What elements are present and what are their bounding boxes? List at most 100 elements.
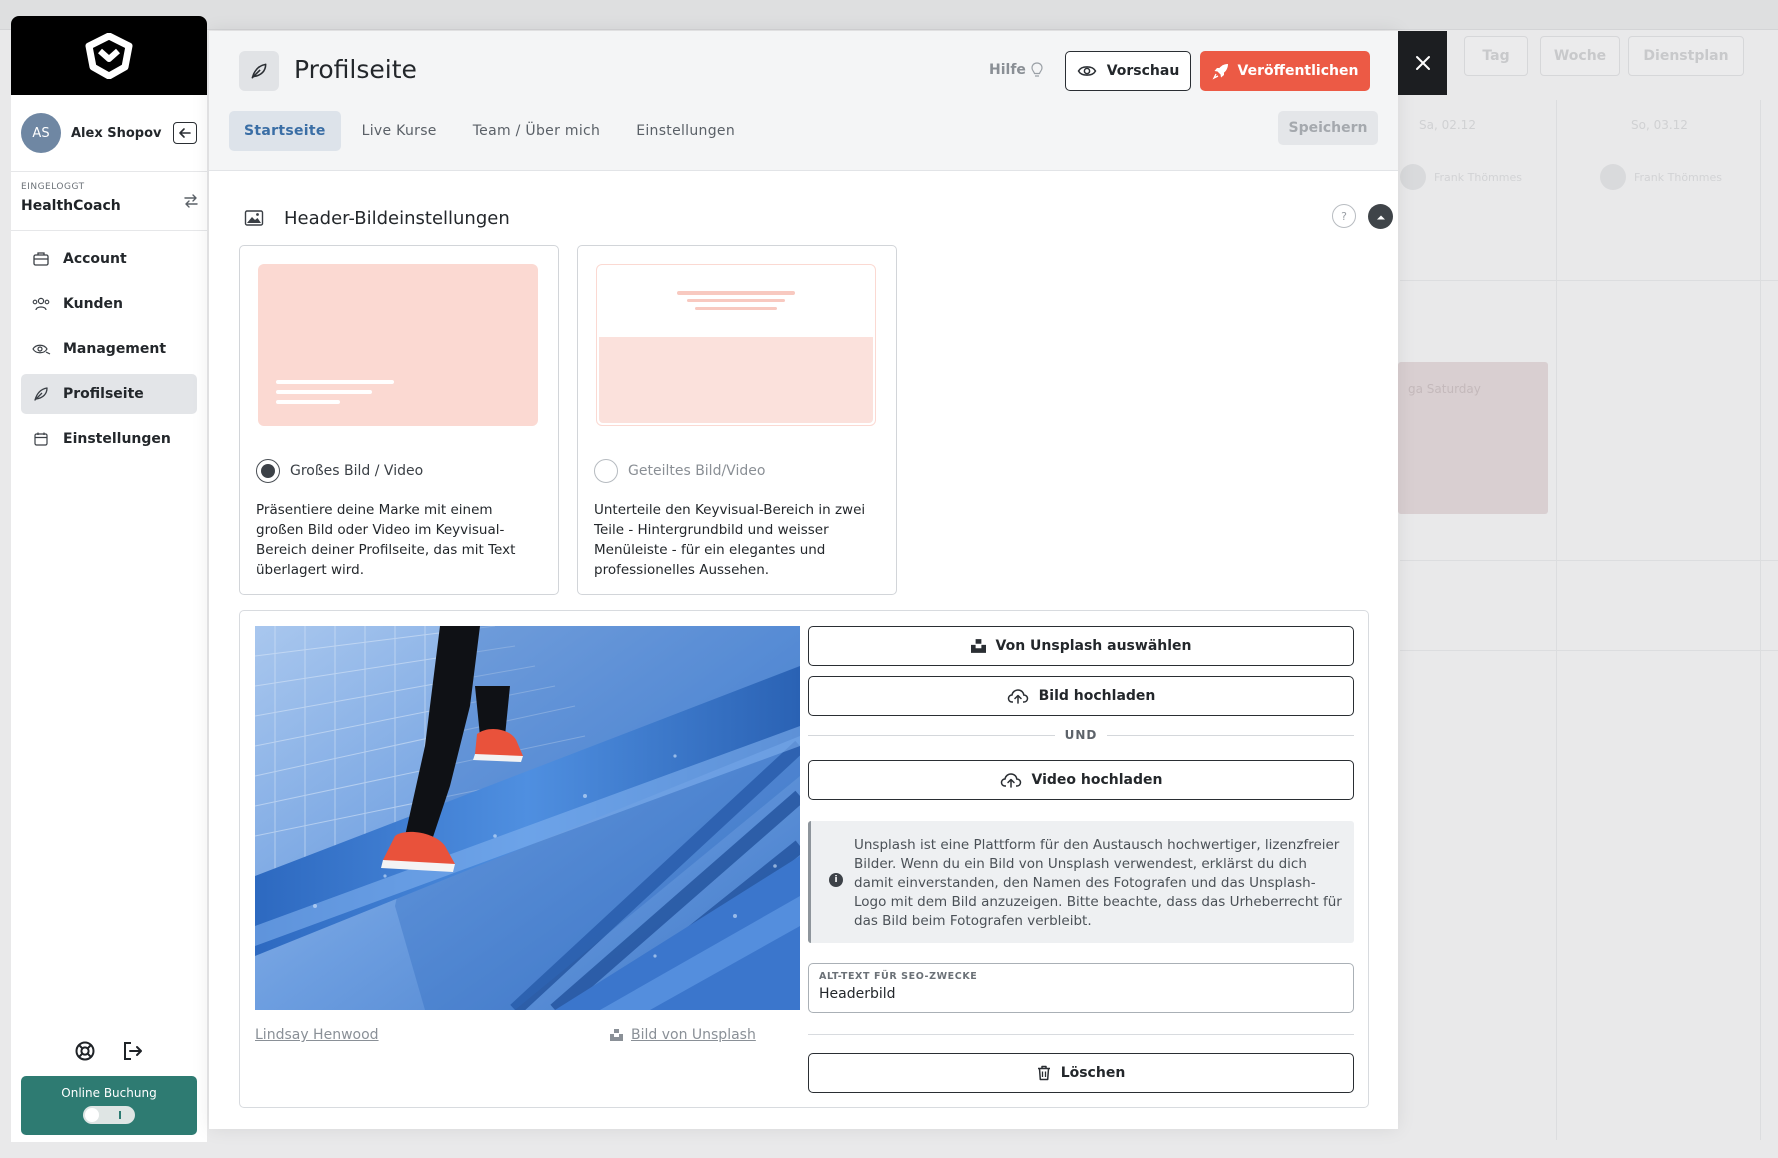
online-booking-label: Online Buchung xyxy=(61,1086,157,1100)
preview-button[interactable]: Vorschau xyxy=(1065,51,1191,91)
background-week-button: Woche xyxy=(1540,36,1620,76)
unsplash-select-button[interactable]: Von Unsplash auswählen xyxy=(808,626,1354,666)
preview-line xyxy=(677,291,795,295)
layout-label: Großes Bild / Video xyxy=(290,463,424,479)
alt-text-input[interactable] xyxy=(819,986,1339,1002)
and-divider: UND xyxy=(808,725,1354,745)
and-label: UND xyxy=(1064,728,1098,742)
background-row-divider xyxy=(1400,280,1778,281)
layout-radio-row: Geteiltes Bild/Video xyxy=(594,459,765,483)
sidebar-item-kunden[interactable]: Kunden xyxy=(21,284,197,324)
background-topbar xyxy=(0,0,1778,30)
preview-line xyxy=(276,400,340,404)
eye-hand-icon xyxy=(31,339,51,359)
sidebar-item-management[interactable]: Management xyxy=(21,329,197,369)
divider-line xyxy=(1107,734,1354,736)
sidebar-item-label: Kunden xyxy=(63,296,124,312)
arrow-left-icon xyxy=(179,128,191,138)
section-help-button[interactable]: ? xyxy=(1332,204,1356,228)
preview-lower-area xyxy=(599,337,873,423)
sidebar-item-label: Account xyxy=(63,251,127,267)
users-icon xyxy=(31,294,51,314)
cloud-upload-icon xyxy=(1000,773,1021,788)
publish-button[interactable]: Veröffentlichen xyxy=(1200,51,1370,91)
layout-preview-large xyxy=(258,264,538,426)
background-person-name: Frank Thömmes xyxy=(1634,170,1722,184)
background-person: Frank Thömmes xyxy=(1600,164,1722,190)
layout-option-split[interactable]: Geteiltes Bild/Video Unterteile den Keyv… xyxy=(577,245,897,595)
preview-line xyxy=(276,390,372,394)
delete-button[interactable]: Löschen xyxy=(808,1053,1354,1093)
photographer-link[interactable]: Lindsay Henwood xyxy=(255,1027,379,1043)
info-icon: i xyxy=(829,873,843,887)
tab-bar: Startseite Live Kurse Team / Über mich E… xyxy=(229,111,750,151)
sidebar-item-account[interactable]: Account xyxy=(21,239,197,279)
save-button[interactable]: Speichern xyxy=(1278,111,1378,145)
preview-line xyxy=(687,299,785,302)
unsplash-logo-icon xyxy=(610,1029,623,1041)
user-row: AS Alex Shopov xyxy=(11,95,207,172)
close-modal-button[interactable] xyxy=(1398,31,1447,95)
tab-startseite[interactable]: Startseite xyxy=(229,111,341,151)
logout-icon[interactable] xyxy=(122,1040,144,1062)
sidebar-item-label: Profilseite xyxy=(63,386,144,402)
close-icon xyxy=(1415,56,1430,70)
collapse-sidebar-button[interactable] xyxy=(173,122,197,144)
stairs-photo xyxy=(255,626,800,1010)
feather-icon xyxy=(31,384,51,404)
logo-icon xyxy=(85,32,133,79)
chevron-up-icon xyxy=(1376,215,1385,219)
publish-label: Veröffentlichen xyxy=(1237,63,1359,79)
account-switcher[interactable]: EINGELOGGT HealthCoach xyxy=(11,172,207,231)
alt-text-field[interactable]: ALT-TEXT FÜR SEO-ZWECKE xyxy=(808,963,1354,1013)
upload-image-label: Bild hochladen xyxy=(1038,688,1156,704)
background-person: Frank Thömmes xyxy=(1400,164,1522,190)
tab-live-kurse[interactable]: Live Kurse xyxy=(347,111,452,151)
switch-icon[interactable] xyxy=(183,194,199,208)
layout-radio-large[interactable] xyxy=(256,459,280,483)
preview-line xyxy=(276,380,394,384)
background-person-name: Frank Thömmes xyxy=(1434,170,1522,184)
background-avatar xyxy=(1400,164,1426,190)
unsplash-info-box: i Unsplash ist eine Plattform für den Au… xyxy=(808,821,1354,943)
tab-team-ueber-mich[interactable]: Team / Über mich xyxy=(458,111,615,151)
feather-icon xyxy=(239,51,279,91)
layout-description: Präsentiere deine Marke mit einem großen… xyxy=(256,502,516,578)
user-name: Alex Shopov xyxy=(71,125,162,141)
app-logo[interactable] xyxy=(11,16,207,95)
layout-radio-row: Großes Bild / Video xyxy=(256,459,423,483)
sidebar-nav: Account Kunden Management Profilseite Ei… xyxy=(11,231,207,472)
background-day-label: So, 03.12 xyxy=(1631,118,1688,132)
toggle-indicator xyxy=(119,1111,121,1119)
layout-option-large[interactable]: Großes Bild / Video Präsentiere deine Ma… xyxy=(239,245,559,595)
section-collapse-button[interactable] xyxy=(1368,204,1393,229)
sidebar-item-profilseite[interactable]: Profilseite xyxy=(21,374,197,414)
online-booking-panel: Online Buchung xyxy=(21,1076,197,1135)
layout-label: Geteiltes Bild/Video xyxy=(628,463,766,479)
unsplash-select-label: Von Unsplash auswählen xyxy=(995,638,1192,654)
unsplash-logo-icon xyxy=(970,639,986,653)
tab-einstellungen[interactable]: Einstellungen xyxy=(621,111,750,151)
avatar[interactable]: AS xyxy=(21,113,61,153)
unsplash-source-link[interactable]: Bild von Unsplash xyxy=(610,1027,756,1043)
unsplash-info-text: Unsplash ist eine Plattform für den Aust… xyxy=(854,837,1342,929)
preview-line xyxy=(695,307,777,310)
online-booking-toggle[interactable] xyxy=(83,1106,135,1124)
upload-video-button[interactable]: Video hochladen xyxy=(808,760,1354,800)
background-row-divider xyxy=(1400,650,1778,651)
account-name: HealthCoach xyxy=(21,198,121,214)
layout-description: Unterteile den Keyvisual-Bereich in zwei… xyxy=(594,502,866,578)
help-link[interactable]: Hilfe xyxy=(989,61,1044,79)
support-icon[interactable] xyxy=(74,1040,96,1062)
eye-icon xyxy=(1077,66,1097,76)
background-event-title: ga Saturday xyxy=(1408,382,1481,396)
section-header: Header-Bildeinstellungen ? xyxy=(244,203,1393,233)
preview-label: Vorschau xyxy=(1106,63,1180,79)
sidebar-item-einstellungen[interactable]: Einstellungen xyxy=(21,419,197,459)
unsplash-source-label: Bild von Unsplash xyxy=(631,1027,756,1043)
header-media-editor: Lindsay Henwood Bild von Unsplash Von Un… xyxy=(239,610,1369,1108)
header-image-preview xyxy=(255,626,800,1010)
layout-radio-split[interactable] xyxy=(594,459,618,483)
upload-image-button[interactable]: Bild hochladen xyxy=(808,676,1354,716)
trash-icon xyxy=(1037,1065,1050,1081)
